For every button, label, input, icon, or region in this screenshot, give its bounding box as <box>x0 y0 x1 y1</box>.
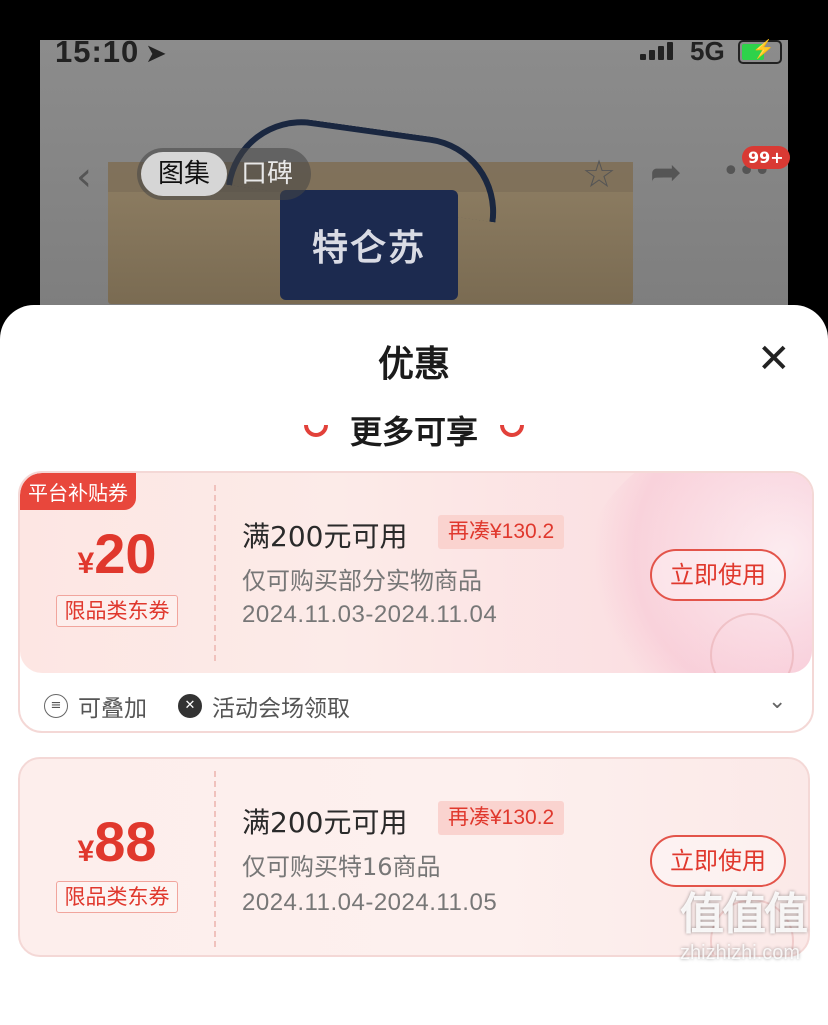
category-limit-tag: 限品类东券 <box>56 595 178 627</box>
tab-reviews[interactable]: 口碑 <box>241 148 293 200</box>
status-time: 15:10 <box>55 34 140 69</box>
coupon-divider <box>214 485 216 661</box>
venue-claim-info: ✕ 活动会场领取 <box>178 689 350 723</box>
star-icon[interactable]: ☆ <box>582 152 616 196</box>
coupon-amount: ¥20 <box>77 522 157 585</box>
gallery-tabs: 图集 口碑 <box>137 148 311 200</box>
coupon-card: 平台补贴券 ¥20 限品类东券 满200元可用 再凑¥130.2 仅可购买部分实… <box>18 471 814 733</box>
ticket-icon: ✕ <box>178 694 202 718</box>
platform-subsidy-tag: 平台补贴券 <box>20 473 136 510</box>
stackable-info: ≡ 可叠加 <box>44 689 147 723</box>
back-icon[interactable]: ‹ <box>76 154 92 200</box>
coupon-condition: 满200元可用 <box>242 806 408 839</box>
coupon-divider <box>214 771 216 947</box>
share-icon[interactable]: ➦ <box>650 150 682 194</box>
section-header: 更多可享 <box>0 407 828 453</box>
location-arrow-icon: ➤ <box>145 38 167 68</box>
chevron-down-icon[interactable]: ⌄ <box>768 689 786 714</box>
coupon-scope: 仅可购买部分实物商品 <box>242 567 482 595</box>
coupon-footer: ≡ 可叠加 ✕ 活动会场领取 ⌄ <box>20 677 812 729</box>
coupon-dates: 2024.11.03-2024.11.04 <box>242 601 498 628</box>
coupon-body: 平台补贴券 ¥20 限品类东券 满200元可用 再凑¥130.2 仅可购买部分实… <box>20 473 812 673</box>
nav-bar: ‹ 图集 口碑 ☆ ➦ ••• 99+ <box>0 140 828 210</box>
remaining-amount-tag: 再凑¥130.2 <box>438 515 565 549</box>
watermark-logo: 值值值 <box>680 890 808 939</box>
site-watermark: 值值值 zhizhizhi.com <box>680 890 808 965</box>
signal-icon <box>640 42 673 60</box>
remaining-amount-tag: 再凑¥130.2 <box>438 801 565 835</box>
coupon-amount: ¥88 <box>77 810 157 873</box>
stack-icon: ≡ <box>44 694 68 718</box>
smile-right-icon <box>500 425 524 437</box>
product-gallery: 特仑苏 15:10 ➤ 5G ⚡ ‹ 图集 口碑 ☆ ➦ ••• 99+ <box>0 0 828 330</box>
category-limit-tag: 限品类东券 <box>56 881 178 913</box>
coupon-condition: 满200元可用 <box>242 520 408 553</box>
network-type: 5G <box>690 36 725 66</box>
use-now-button[interactable]: 立即使用 <box>650 549 786 601</box>
watermark-site: zhizhizhi.com <box>680 942 801 964</box>
section-title: 更多可享 <box>349 413 478 451</box>
battery-icon: ⚡ <box>738 39 782 64</box>
sheet-title: 优惠 <box>377 344 450 385</box>
close-icon[interactable]: ✕ <box>757 339 791 379</box>
tab-gallery[interactable]: 图集 <box>141 152 227 196</box>
coupon-dates: 2024.11.04-2024.11.05 <box>242 889 498 916</box>
status-bar: 15:10 ➤ 5G ⚡ <box>0 30 828 74</box>
smile-left-icon <box>303 425 328 437</box>
coupon-scope: 仅可购买特16商品 <box>242 853 441 881</box>
notification-badge: 99+ <box>742 146 790 169</box>
